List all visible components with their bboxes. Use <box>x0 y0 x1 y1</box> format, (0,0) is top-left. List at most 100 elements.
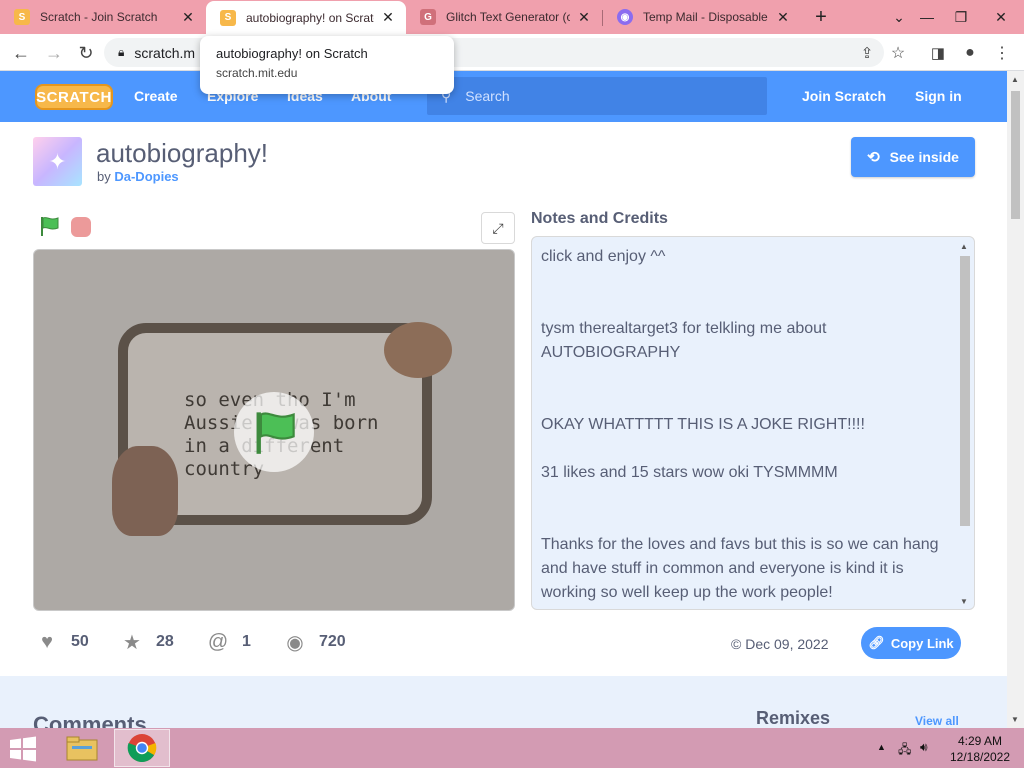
heart-icon: ♥ <box>41 630 53 653</box>
scroll-thumb[interactable] <box>1011 91 1020 219</box>
copy-link-label: Copy Link <box>890 635 954 651</box>
reload-icon[interactable]: ↻ <box>74 41 98 65</box>
new-tab-icon[interactable]: + <box>810 6 832 28</box>
loves-stat[interactable]: ♥ 50 <box>35 630 89 654</box>
copy-link-button[interactable]: 🔗︎ Copy Link <box>861 627 961 659</box>
tooltip-domain: scratch.mit.edu <box>216 66 298 80</box>
favorites-stat[interactable]: ★ 28 <box>120 630 174 654</box>
sign-in-link[interactable]: Sign in <box>915 88 962 104</box>
tooltip-title: autobiography! on Scratch <box>216 46 368 61</box>
tab-title: Temp Mail - Disposable T <box>643 10 769 24</box>
scratch-logo[interactable]: SCRATCH <box>35 84 113 110</box>
tab-title: autobiography! on Scratc <box>246 10 374 25</box>
bear-sticker-icon <box>384 322 452 378</box>
project-title: autobiography! <box>96 138 269 168</box>
author-link[interactable]: Da-Dopies <box>114 169 178 184</box>
side-panel-icon[interactable]: ◨ <box>926 41 950 65</box>
views-stat: ◉ 720 <box>283 630 346 654</box>
restore-icon[interactable]: ❐ <box>950 6 972 28</box>
green-flag-icon[interactable] <box>38 215 60 237</box>
search-placeholder: Search <box>465 88 510 104</box>
close-icon[interactable]: ✕ <box>380 9 396 26</box>
remix-icon: @ <box>207 630 229 653</box>
back-icon[interactable]: ← <box>9 41 33 65</box>
file-explorer-icon[interactable] <box>54 729 110 767</box>
loves-count: 50 <box>71 633 89 650</box>
see-inside-label: See inside <box>889 149 959 165</box>
green-flag-icon <box>256 412 295 454</box>
notes-heading: Notes and Credits <box>531 210 668 227</box>
tray-expand-icon[interactable]: ▲ <box>877 742 886 752</box>
window-close-icon[interactable]: ✕ <box>990 6 1012 28</box>
chrome-icon[interactable] <box>114 729 170 767</box>
shared-date: © Dec 09, 2022 <box>731 636 829 652</box>
forward-icon[interactable]: → <box>42 41 66 65</box>
remixes-count: 1 <box>242 633 251 650</box>
fullscreen-icon[interactable]: ⤢ <box>481 212 515 244</box>
clock-date: 12/18/2022 <box>949 750 1011 764</box>
view-all-link[interactable]: View all <box>915 714 959 728</box>
close-icon[interactable]: ✕ <box>576 9 592 26</box>
link-icon: 🔗︎ <box>868 635 885 650</box>
volume-icon[interactable]: 🔊︎ <box>920 740 928 755</box>
see-inside-icon: ⟲ <box>867 149 880 166</box>
scratch-icon: S <box>14 9 30 25</box>
clock[interactable]: 4:29 AM 12/18/2022 <box>940 733 1020 765</box>
join-scratch-link[interactable]: Join Scratch <box>802 88 886 104</box>
remixes-stat: @ 1 <box>206 630 251 654</box>
scroll-down-icon[interactable]: ▼ <box>960 597 968 606</box>
remixes-heading: Remixes <box>756 708 831 728</box>
scroll-up-icon[interactable]: ▲ <box>960 242 968 251</box>
page-scrollbar[interactable]: ▲ ▼ <box>1007 71 1024 728</box>
scroll-up-icon[interactable]: ▲ <box>1011 75 1019 84</box>
tab-join-scratch[interactable]: S Scratch - Join Scratch ✕ <box>0 0 206 34</box>
minimize-icon[interactable]: — <box>916 6 938 28</box>
lock-icon: 🔒︎ <box>118 45 125 59</box>
network-icon[interactable]: 🖧︎ <box>898 740 911 761</box>
tab-glitch-text[interactable]: G Glitch Text Generator (co ✕ <box>406 0 602 34</box>
by-label: by <box>97 169 111 184</box>
tab-hover-tooltip: autobiography! on Scratch scratch.mit.ed… <box>200 36 454 94</box>
tab-strip: S Scratch - Join Scratch ✕ S autobiograp… <box>0 0 1024 34</box>
project-stage[interactable]: so even tho I'm Aussie I was born in a d… <box>33 249 515 611</box>
scroll-down-icon[interactable]: ▼ <box>1011 715 1019 724</box>
tab-autobiography[interactable]: S autobiography! on Scratc ✕ <box>206 1 406 34</box>
taskbar: ▲ 🖧︎ 🔊︎ 4:29 AM 12/18/2022 <box>0 728 1024 768</box>
notes-text: click and enjoy ^^ tysm therealtarget3 f… <box>541 248 939 601</box>
url-text: scratch.m <box>134 44 196 61</box>
scratch-navbar: SCRATCH Create Explore Ideas About ⚲ Sea… <box>0 71 1007 122</box>
star-icon: ★ <box>123 631 141 654</box>
notes-and-credits[interactable]: click and enjoy ^^ tysm therealtarget3 f… <box>531 236 975 610</box>
tab-title: Scratch - Join Scratch <box>40 10 158 24</box>
notes-scrollbar[interactable]: ▲ ▼ <box>958 240 972 608</box>
search-input[interactable]: ⚲ Search <box>427 77 767 115</box>
windows-start-icon[interactable] <box>8 736 38 762</box>
tab-title: Glitch Text Generator (co <box>446 10 570 24</box>
scroll-thumb[interactable] <box>960 256 970 526</box>
nav-create[interactable]: Create <box>134 88 178 104</box>
bear-sticker-icon <box>112 446 178 536</box>
tempmail-icon: ◉ <box>617 9 633 25</box>
profile-icon[interactable]: ● <box>958 41 982 65</box>
project-byline: by Da-Dopies <box>97 169 179 184</box>
chevron-down-icon[interactable]: ⌄ <box>888 6 910 28</box>
share-icon[interactable]: ⇪ <box>855 41 879 65</box>
address-bar-row: ← → ↻ 🔒︎ scratch.m ⇪ ☆ ◨ ● ⋮ <box>0 34 1024 71</box>
eye-icon: ◉ <box>286 631 304 654</box>
views-count: 720 <box>319 633 346 650</box>
tab-temp-mail[interactable]: ◉ Temp Mail - Disposable T ✕ <box>603 0 801 34</box>
scratch-icon: S <box>220 9 236 26</box>
glitch-icon: G <box>420 9 436 25</box>
close-icon[interactable]: ✕ <box>180 9 196 26</box>
more-menu-icon[interactable]: ⋮ <box>990 41 1014 65</box>
see-inside-button[interactable]: ⟲ See inside <box>851 137 975 177</box>
bookmark-star-icon[interactable]: ☆ <box>886 41 910 65</box>
lower-section: Comments Remixes View all <box>0 676 1007 737</box>
clock-time: 4:29 AM <box>957 734 1003 748</box>
play-overlay-icon[interactable] <box>234 392 314 472</box>
project-page: ✦ autobiography! by Da-Dopies ⟲ See insi… <box>0 122 1007 737</box>
author-avatar[interactable]: ✦ <box>33 137 82 186</box>
stop-icon[interactable] <box>71 217 91 237</box>
favorites-count: 28 <box>156 633 174 650</box>
close-icon[interactable]: ✕ <box>775 9 791 26</box>
